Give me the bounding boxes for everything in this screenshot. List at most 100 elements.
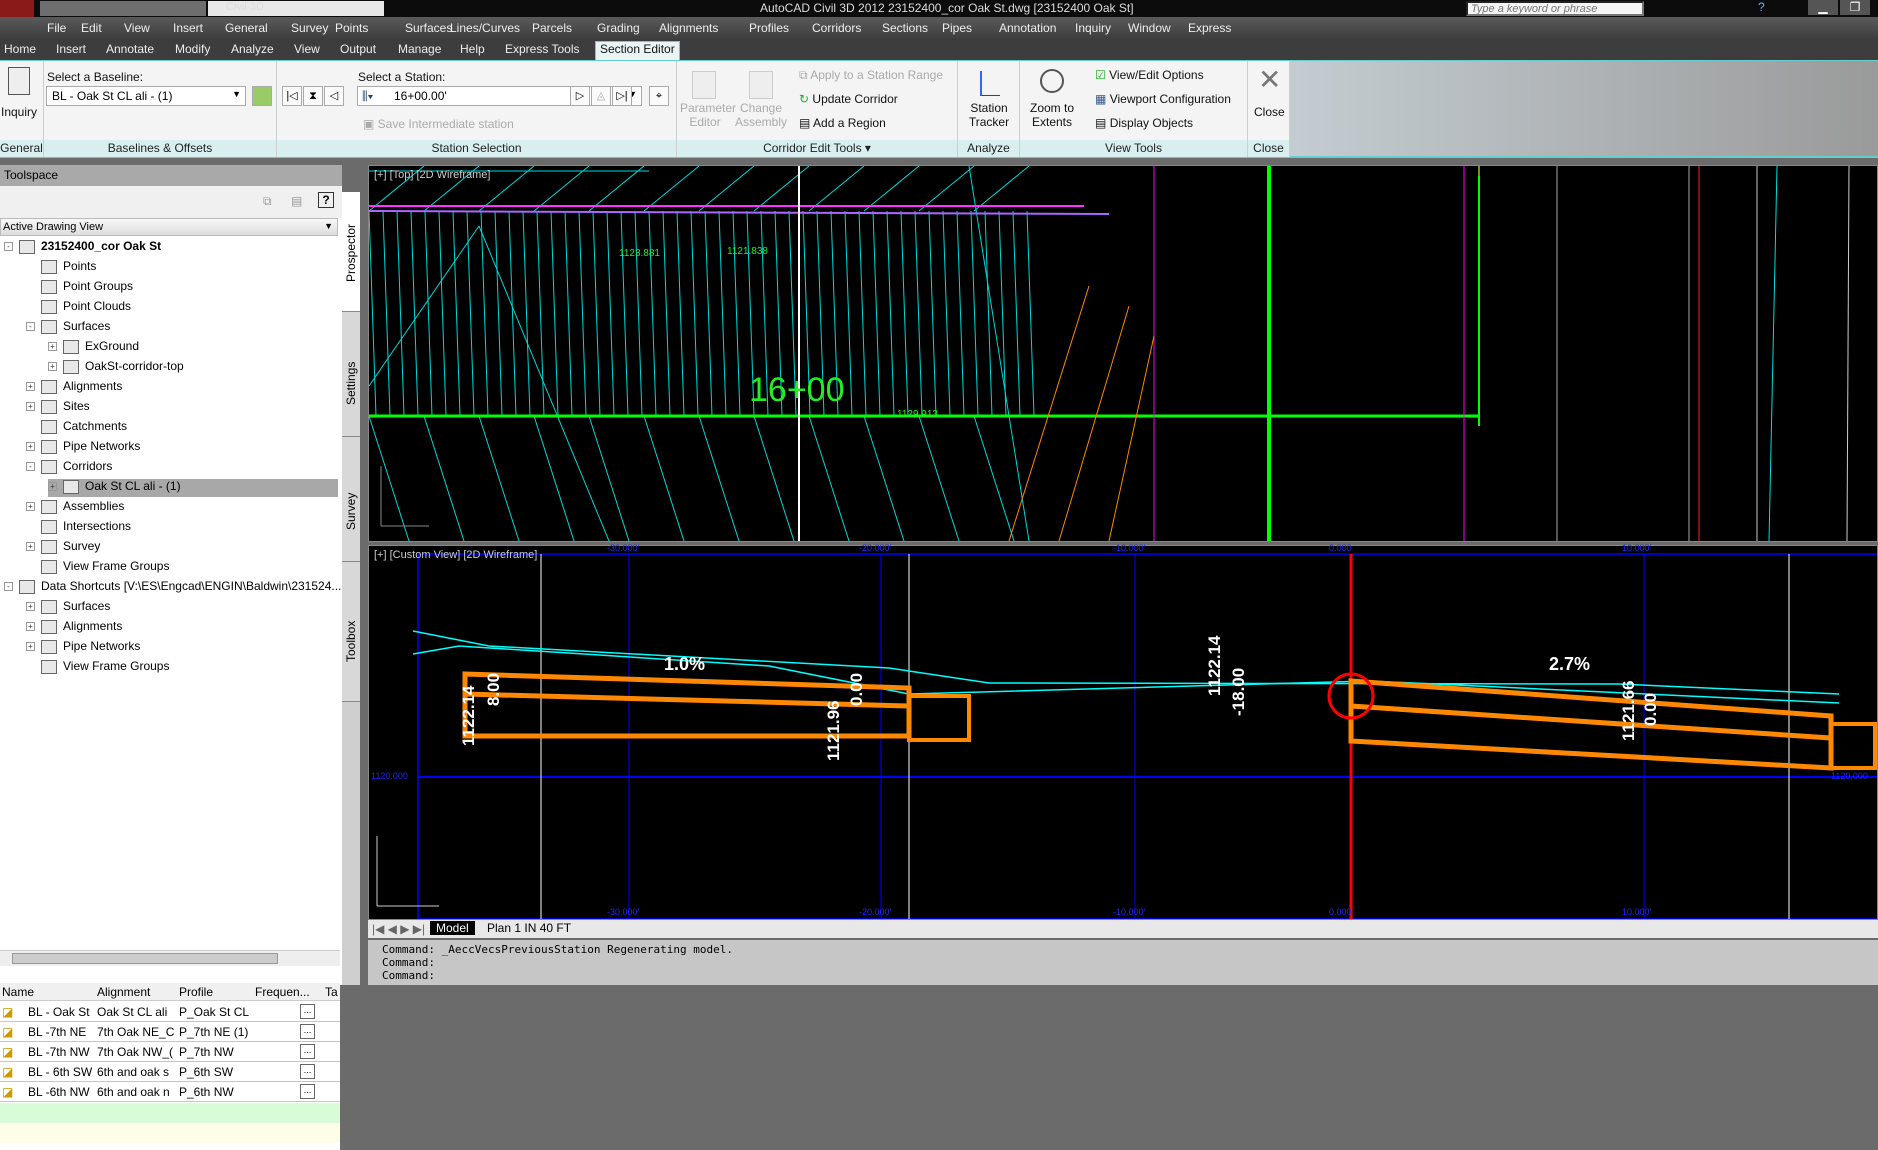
display-objects-button[interactable]: ▤ Display Objects [1095,116,1193,130]
menu-survey[interactable]: Survey [291,21,328,35]
viewport-configuration-button[interactable]: ▦ Viewport Configuration [1095,92,1231,106]
tab-survey[interactable]: Survey [342,437,360,562]
select-station-button[interactable]: ⧗ [303,86,323,106]
table-row[interactable]: ◪ BL -7th NE 7th Oak NE_C P_7th NE (1)... [0,1022,340,1042]
expand-toggle[interactable]: + [48,362,57,372]
menu-express[interactable]: Express [1188,21,1231,35]
tab-express-tools[interactable]: Express Tools [505,42,579,56]
tab-analyze[interactable]: Analyze [231,42,274,56]
expand-toggle[interactable]: + [26,602,35,612]
tree-item[interactable]: - Surfaces [26,319,110,337]
viewport-label[interactable]: [+] [Custom View] [2D Wireframe] [374,549,537,561]
menu-linescurves[interactable]: Lines/Curves [450,21,520,35]
tree-item[interactable]: + Pipe Networks [26,439,140,457]
pick-baseline-button[interactable] [252,86,272,106]
column-header[interactable]: Frequen... [253,983,323,1001]
frequency-button[interactable]: ... [300,1084,315,1099]
next-station-button[interactable]: ▷ [570,86,590,106]
menu-view[interactable]: View [124,21,150,35]
workspace-dropdown[interactable]: Civil 3D [208,1,384,16]
expand-toggle[interactable]: + [48,482,57,492]
expand-toggle[interactable]: + [26,642,35,652]
last-station-button[interactable]: ▷| [612,86,632,106]
tree-item[interactable]: + Survey [26,539,100,557]
menu-insert[interactable]: Insert [173,21,203,35]
section-viewport[interactable]: [+] [Custom View] [2D Wireframe] -30.000… [368,543,1878,920]
column-header[interactable]: Ta [323,983,340,1001]
tab-insert[interactable]: Insert [56,42,86,56]
item-view-icon[interactable]: ⧉ [263,194,272,209]
tab-help[interactable]: Help [460,42,485,56]
station-increment-button[interactable]: ◬ [591,86,611,106]
tab-modify[interactable]: Modify [175,42,210,56]
tree-item[interactable]: - Corridors [26,459,112,477]
menu-points[interactable]: Points [335,21,368,35]
menu-edit[interactable]: Edit [81,21,102,35]
expand-toggle[interactable]: - [4,242,13,252]
restore-button[interactable]: ❐ [1840,0,1870,15]
tree-item[interactable]: Point Groups [26,279,133,297]
horizontal-scrollbar[interactable] [0,950,340,966]
table-row[interactable]: ◪ BL -6th NW 6th and oak n P_6th NW... [0,1082,340,1102]
tree-item[interactable]: + Alignments [26,619,122,637]
menu-inquiry[interactable]: Inquiry [1075,21,1111,35]
tab-plan-layout[interactable]: Plan 1 IN 40 FT [483,921,575,935]
table-row[interactable]: ◪ BL - 6th SW 6th and oak s P_6th SW... [0,1062,340,1082]
frequency-button[interactable]: ... [300,1044,315,1059]
tree-item[interactable]: View Frame Groups [26,559,169,577]
expand-toggle[interactable]: + [26,622,35,632]
menu-alignments[interactable]: Alignments [659,21,718,35]
command-line[interactable]: Command: _AeccVecsPreviousStation Regene… [368,940,1878,985]
table-row[interactable]: ◪ BL - Oak St Oak St CL ali P_Oak St CL a..… [0,1002,340,1022]
tree-item[interactable]: - Data Shortcuts [V:\ES\Engcad\ENGIN\Bald… [4,579,341,597]
frequency-button[interactable]: ... [300,1004,315,1019]
menu-sections[interactable]: Sections [882,21,928,35]
tab-settings[interactable]: Settings [342,312,360,437]
expand-toggle[interactable]: + [26,442,35,452]
menu-general[interactable]: General [225,21,268,35]
close-button[interactable]: Close [1254,105,1285,119]
tree-item[interactable]: Intersections [26,519,131,537]
viewport-label[interactable]: [+] [Top] [2D Wireframe] [374,169,490,181]
column-header[interactable]: Name [0,983,95,1001]
tree-item[interactable]: View Frame Groups [26,659,169,677]
save-intermediate-station-button[interactable]: ▣ Save Intermediate station [363,117,514,131]
pick-station-button[interactable]: ⌖ [649,86,669,106]
previous-station-button[interactable]: ◁ [324,86,344,106]
change-assembly-button[interactable]: Change Assembly [735,101,787,129]
panel-title[interactable]: Corridor Edit Tools ▾ [677,140,957,157]
tree-item[interactable]: Catchments [26,419,127,437]
expand-toggle[interactable]: - [26,322,35,332]
tree-item[interactable]: - 23152400_cor Oak St [4,239,161,257]
table-row[interactable]: ◪ BL -7th NW 7th Oak NW_(P_7th NW... [0,1042,340,1062]
first-station-button[interactable]: |◁ [282,86,302,106]
station-tracker-button[interactable]: Station Tracker [962,101,1016,129]
expand-toggle[interactable]: + [26,502,35,512]
update-corridor-button[interactable]: ↻ Update Corridor [799,92,898,106]
command-prompt[interactable]: Command: [382,969,1864,982]
plan-viewport[interactable]: [+] [Top] [2D Wireframe] 16+00 1123.881 … [368,165,1878,542]
tree-item[interactable]: + OakSt-corridor-top [48,359,184,377]
menu-surfaces[interactable]: Surfaces [405,21,452,35]
menu-window[interactable]: Window [1128,21,1171,35]
tree-item[interactable]: Points [26,259,96,277]
minimize-button[interactable]: ▁ [1808,0,1838,15]
tree-item[interactable]: Point Clouds [26,299,131,317]
tree-item[interactable]: + Oak St CL ali - (1) [48,479,338,497]
expand-toggle[interactable]: - [4,582,13,592]
tab-annotate[interactable]: Annotate [106,42,154,56]
menu-file[interactable]: File [47,21,66,35]
baseline-dropdown[interactable]: BL - Oak St CL ali - (1) ▼ [46,86,246,106]
expand-toggle[interactable]: + [48,342,57,352]
tab-toolbox[interactable]: Toolbox [342,562,360,702]
search-input[interactable] [1466,1,1644,16]
expand-toggle[interactable]: - [26,462,35,472]
tab-home[interactable]: Home [4,42,36,56]
frequency-button[interactable]: ... [300,1064,315,1079]
zoom-extents-button[interactable]: Zoom to Extents [1022,101,1082,129]
tab-scroll-arrows[interactable]: |◀ ◀ ▶ ▶| [372,922,425,936]
tab-output[interactable]: Output [340,42,376,56]
parameter-editor-button[interactable]: Parameter Editor [680,101,736,129]
tree-item[interactable]: + ExGround [48,339,139,357]
help-icon[interactable]: ? [1758,0,1765,14]
